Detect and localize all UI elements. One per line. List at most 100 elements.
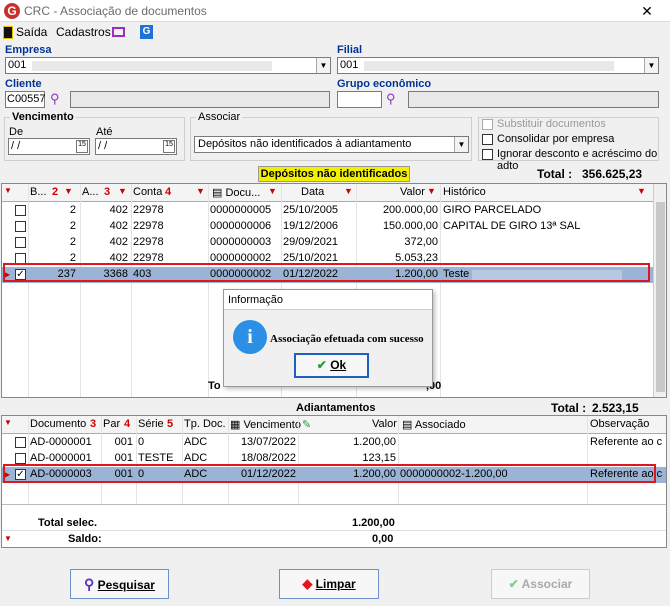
col-serie[interactable]: Série [138, 418, 164, 430]
table-row[interactable]: 2 402 22978 0000000002 25/10/2021 5.053,23 [2, 251, 654, 267]
consolidar-label: Consolidar por empresa [497, 133, 615, 145]
grupo-code-input[interactable] [337, 91, 382, 108]
table-row[interactable]: ▶ ✓ AD-0000003 001 0 ADC 01/12/2022 1.200,00 000… [2, 467, 666, 483]
col-tipo[interactable]: Tp. Doc. [184, 418, 226, 430]
deposits-footer-left: To [208, 380, 221, 392]
row-checkbox[interactable] [15, 437, 26, 448]
filter-icon[interactable]: ▼ [196, 186, 205, 196]
menu-registrations[interactable]: Cadastros [56, 25, 111, 39]
col-valor[interactable]: Valor [372, 418, 397, 430]
filter-icon[interactable]: ▼ [118, 186, 127, 196]
row-checkbox[interactable] [15, 205, 26, 216]
cell-doc: AD-0000001 [30, 452, 92, 464]
advances-grid: ▼ Documento 3 Par 4 Série 5 Tp. Doc. ▦ V… [1, 415, 667, 548]
col-historico[interactable]: Histórico [443, 186, 486, 198]
vencimento-label: Vencimento [10, 111, 76, 123]
calendar-icon[interactable]: 15 [163, 140, 175, 153]
blurred-text [472, 270, 622, 280]
calendar-icon[interactable]: 15 [76, 140, 88, 153]
filter-icon[interactable]: ▼ [637, 186, 646, 196]
chevron-down-icon[interactable]: ▼ [316, 58, 330, 73]
cell-doc: 0000000002 [210, 252, 272, 264]
row-checkbox[interactable]: ✓ [15, 269, 26, 280]
ok-button[interactable]: ✔ Ok [294, 353, 369, 378]
table-row[interactable]: ▶ ✓ 237 3368 403 0000000002 01/12/2022 1.200,00… [2, 267, 654, 283]
deposits-scrollbar[interactable] [653, 184, 666, 397]
ate-date-input[interactable]: / / 15 [95, 138, 177, 155]
table-row[interactable]: AD-0000001 001 0 ADC 13/07/2022 1.200,00 Refer… [2, 435, 666, 451]
row-checkbox[interactable]: ✓ [15, 469, 26, 480]
col-par[interactable]: Par [103, 418, 120, 430]
chevron-down-icon[interactable]: ▼ [644, 58, 658, 73]
col-documento[interactable]: ▤ Docu... [212, 186, 260, 199]
filter-icon[interactable]: ▼ [427, 186, 436, 196]
col-data[interactable]: Data [301, 186, 324, 198]
chevron-down-icon[interactable]: ▼ [454, 137, 468, 152]
filter-icon[interactable]: ▼ [64, 186, 73, 196]
cell-doc: 0000000003 [210, 236, 272, 248]
empresa-select[interactable]: 001 ▼ [5, 57, 331, 74]
monitor-icon[interactable] [112, 27, 125, 37]
search-icon[interactable]: ⚲ [386, 91, 402, 107]
de-date-input[interactable]: / / 15 [8, 138, 90, 155]
col-observacao[interactable]: Observação [590, 418, 649, 430]
scrollbar-thumb[interactable] [656, 202, 665, 392]
cell-doc: 0000000005 [210, 204, 272, 216]
table-row[interactable]: AD-0000001 001 TESTE ADC 18/08/2022 123,15 [2, 451, 666, 467]
substituir-label: Substituir documentos [497, 118, 606, 130]
col-associado[interactable]: ▤ Associado [402, 418, 466, 431]
cell-venc: 13/07/2022 [240, 436, 296, 448]
cell-valor: 1.200,00 [353, 436, 396, 448]
col-documento-sort: 3 [90, 418, 97, 430]
menu-exit[interactable]: Saída [16, 25, 47, 39]
cell-obs: Referente ao c [590, 468, 663, 480]
table-row[interactable]: 2 402 22978 0000000005 25/10/2005 200.000,00 G… [2, 203, 654, 219]
cell-valor: 200.000,00 [382, 204, 438, 216]
money-icon: ✎ [302, 419, 312, 431]
cell-data: 25/10/2005 [283, 204, 339, 216]
associar-select[interactable]: Depósitos não identificados à adiantamen… [194, 136, 469, 153]
app-g-icon[interactable]: G [140, 25, 153, 39]
search-button[interactable]: ⚲ Pesquisar [70, 569, 169, 599]
row-checkbox[interactable] [15, 453, 26, 464]
de-label: De [9, 126, 24, 138]
cliente-code-input[interactable]: C00557 [5, 91, 46, 108]
cell-b: 2 [69, 236, 76, 248]
close-button[interactable]: ✕ [624, 0, 670, 22]
dialog-titlebar: Informação [224, 290, 432, 310]
col-b-sort: 2 [52, 186, 59, 198]
cell-conta: 22978 [133, 252, 164, 264]
grupo-name-field [408, 91, 659, 108]
info-icon: i [233, 320, 267, 354]
empresa-name-blurred [32, 61, 272, 71]
row-checkbox[interactable] [15, 253, 26, 264]
clear-button[interactable]: ◆ Limpar [279, 569, 379, 599]
associate-button[interactable]: ✔ Associar [491, 569, 590, 599]
row-checkbox[interactable] [15, 237, 26, 248]
consolidar-checkbox[interactable] [482, 134, 493, 145]
col-a[interactable]: A... [82, 186, 99, 198]
col-documento[interactable]: Documento [30, 418, 86, 430]
col-valor[interactable]: Valor [400, 186, 425, 198]
cell-a: 402 [109, 204, 128, 216]
cell-serie: TESTE [138, 452, 174, 464]
cell-venc: 01/12/2022 [240, 468, 296, 480]
table-row[interactable]: 2 402 22978 0000000006 19/12/2006 150.000,00 C… [2, 219, 654, 235]
ignorar-checkbox[interactable] [482, 149, 493, 160]
col-vencimento[interactable]: ▦ Vencimento [230, 418, 301, 431]
ate-date-value: / / [98, 140, 108, 152]
filter-icon[interactable]: ▼ [268, 186, 277, 196]
filter-icon[interactable]: ▼ [344, 186, 353, 196]
substituir-checkbox[interactable] [482, 119, 493, 130]
table-row[interactable]: 2 402 22978 0000000003 29/09/2021 372,00 [2, 235, 654, 251]
filial-select[interactable]: 001 ▼ [337, 57, 659, 74]
advances-total-value: 2.523,15 [592, 401, 639, 415]
empresa-label: Empresa [5, 44, 52, 56]
row-checkbox[interactable] [15, 221, 26, 232]
cell-par: 001 [114, 436, 133, 448]
search-icon[interactable]: ⚲ [50, 91, 66, 107]
cell-serie: 0 [138, 468, 145, 480]
col-b[interactable]: B... [30, 186, 47, 198]
col-conta[interactable]: Conta [133, 186, 162, 198]
window-title: CRC - Associação de documentos [24, 4, 207, 18]
